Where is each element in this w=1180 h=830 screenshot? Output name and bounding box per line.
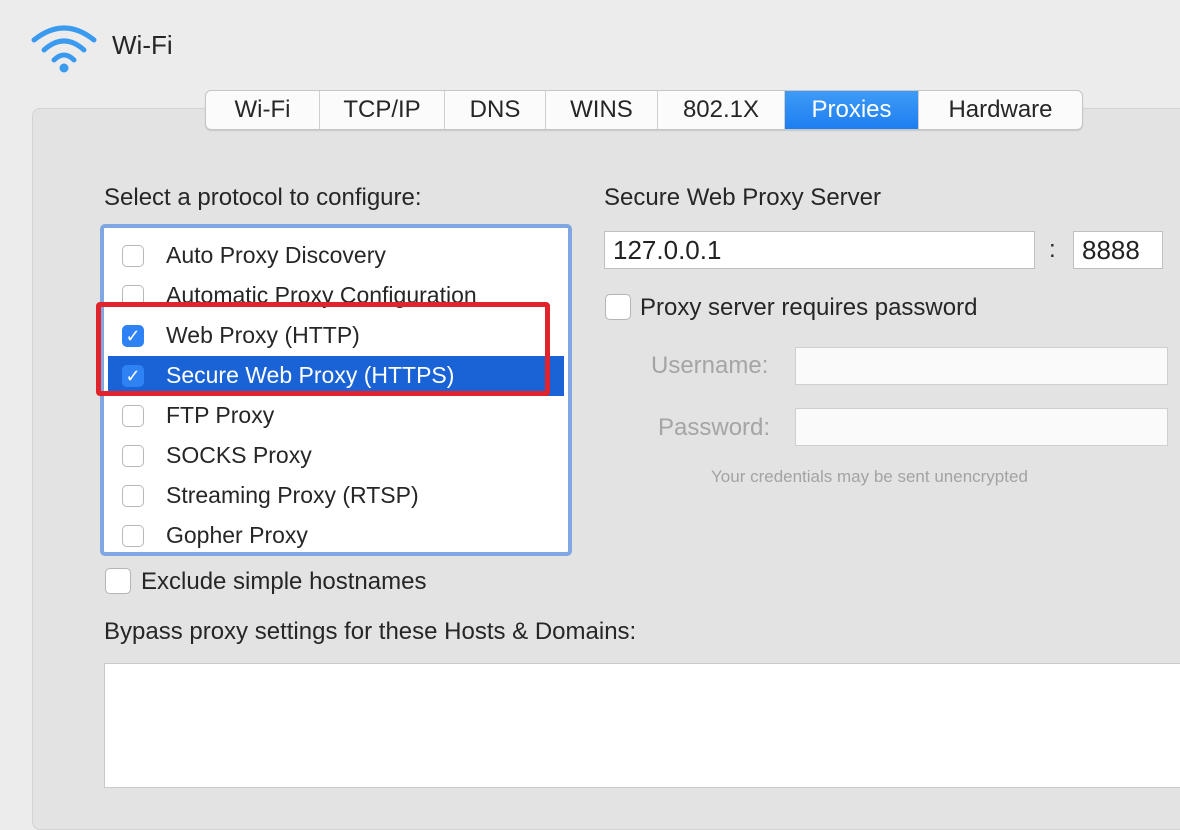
tab-proxies[interactable]: Proxies	[785, 91, 919, 129]
protocol-row-gopher[interactable]: Gopher Proxy	[108, 516, 564, 556]
tab-wifi[interactable]: Wi-Fi	[206, 91, 320, 129]
proxy-host-field[interactable]: 127.0.0.1	[604, 231, 1035, 269]
exclude-hostnames-checkbox[interactable]	[105, 568, 131, 594]
checkbox-gopher-proxy[interactable]	[122, 525, 144, 547]
proxy-port-field[interactable]: 8888	[1073, 231, 1163, 269]
tab-hardware[interactable]: Hardware	[919, 91, 1082, 129]
protocol-label: SOCKS Proxy	[166, 442, 312, 468]
protocol-label: Streaming Proxy (RTSP)	[166, 482, 419, 508]
tab-dns[interactable]: DNS	[445, 91, 546, 129]
checkbox-streaming-proxy[interactable]	[122, 485, 144, 507]
password-label: Password:	[658, 414, 771, 441]
protocol-row-socks[interactable]: SOCKS Proxy	[108, 436, 564, 476]
credentials-hint: Your credentials may be sent unencrypted	[711, 467, 1028, 486]
bypass-hosts-textarea[interactable]	[104, 663, 1180, 788]
protocol-row-auto-discovery[interactable]: Auto Proxy Discovery	[108, 236, 564, 276]
protocol-label: Auto Proxy Discovery	[166, 242, 386, 268]
window-header: Wi-Fi	[0, 0, 1180, 95]
annotation-highlight-box	[96, 302, 550, 396]
protocol-label: Gopher Proxy	[166, 522, 308, 548]
protocol-row-ftp[interactable]: FTP Proxy	[108, 396, 564, 436]
protocol-row-streaming[interactable]: Streaming Proxy (RTSP)	[108, 476, 564, 516]
password-required-label: Proxy server requires password	[640, 294, 978, 321]
protocol-heading: Select a protocol to configure:	[104, 184, 422, 211]
tab-8021x[interactable]: 802.1X	[658, 91, 785, 129]
tab-bar: Wi-Fi TCP/IP DNS WINS 802.1X Proxies Har…	[205, 90, 1083, 130]
password-field[interactable]	[795, 408, 1168, 446]
username-label: Username:	[651, 352, 769, 379]
protocol-label: FTP Proxy	[166, 402, 275, 428]
checkbox-auto-discovery[interactable]	[122, 245, 144, 267]
bypass-label: Bypass proxy settings for these Hosts & …	[104, 618, 637, 645]
window-title: Wi-Fi	[112, 30, 173, 60]
checkbox-ftp-proxy[interactable]	[122, 405, 144, 427]
wifi-icon	[31, 25, 97, 73]
port-separator: :	[1049, 236, 1056, 263]
tab-tcpip[interactable]: TCP/IP	[320, 91, 445, 129]
server-heading: Secure Web Proxy Server	[604, 184, 881, 211]
password-required-checkbox[interactable]	[605, 294, 631, 320]
exclude-hostnames-label: Exclude simple hostnames	[141, 568, 427, 595]
tab-wins[interactable]: WINS	[546, 91, 658, 129]
username-field[interactable]	[795, 347, 1168, 385]
checkbox-socks-proxy[interactable]	[122, 445, 144, 467]
